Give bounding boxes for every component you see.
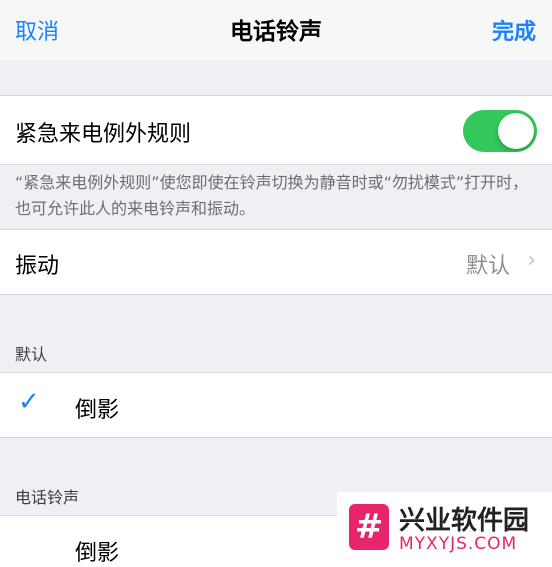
ringtone-item-default[interactable]: ✓ 倒影 [0,373,552,437]
vibration-label: 振动 [15,254,60,279]
watermark-domain: MYXYJS.COM [399,534,518,554]
watermark-logo-icon: # [349,504,389,550]
divider [0,294,552,295]
done-button[interactable]: 完成 [492,14,536,46]
chevron-right-icon: › [527,248,536,273]
divider [0,164,552,165]
section-header-ringtones: 电话铃声 [15,488,80,507]
emergency-bypass-label: 紧急来电例外规则 [15,122,192,147]
toggle-knob [498,113,534,149]
watermark-text: 兴业软件园 [399,506,530,536]
vibration-cell[interactable]: 振动 默认 › [0,230,552,294]
vibration-value: 默认 [465,254,510,279]
section-header-default: 默认 [15,345,48,364]
emergency-bypass-cell: 紧急来电例外规则 [0,96,552,164]
checkmark-icon: ✓ [18,387,40,417]
page-title: 电话铃声 [230,19,322,45]
emergency-bypass-footnote: “紧急来电例外规则”使您即使在铃声切换为静音时或“勿扰模式”打开时，也可允许此人… [15,173,529,218]
navigation-bar: 取消 电话铃声 完成 [0,0,552,60]
emergency-bypass-toggle[interactable] [463,110,537,152]
ringtone-item-label: 倒影 [75,541,120,566]
ringtone-item-label: 倒影 [75,398,120,423]
divider [0,437,552,438]
watermark: # 兴业软件园 MYXYJS.COM [337,492,552,567]
ringtone-settings-page: 取消 电话铃声 完成 紧急来电例外规则 “紧急来电例外规则”使您即使在铃声切换为… [0,0,552,567]
